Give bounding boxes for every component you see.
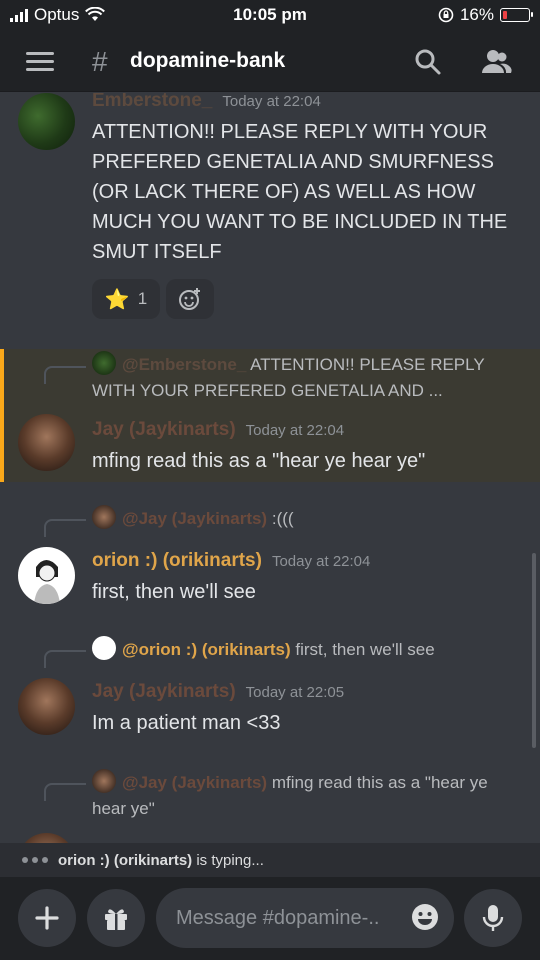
reaction-count: 1 [137, 289, 148, 308]
timestamp: Today at 22:04 [271, 553, 371, 570]
reply-spine [44, 783, 86, 801]
status-bar: Optus 10:05 pm 16% [0, 0, 540, 32]
author-name[interactable]: Jay (Jaykinarts) Today at 22:05 [92, 681, 344, 703]
author-label: Jay (Jaykinarts) [92, 419, 236, 440]
reply-avatar [92, 769, 116, 793]
add-reaction-button[interactable] [166, 279, 214, 319]
plus-icon [35, 906, 59, 930]
reply-mention: @Jay (Jaykinarts) [122, 509, 268, 528]
timestamp: Today at 22:04 [245, 422, 345, 439]
reply-text: first, then we'll see [295, 640, 435, 659]
battery-percent: 16% [459, 5, 494, 24]
voice-button[interactable] [464, 889, 522, 947]
menu-icon[interactable] [26, 52, 54, 72]
star-emoji-icon: ⭐ [104, 288, 130, 311]
members-icon[interactable] [480, 46, 512, 78]
author-label: orion :) (orikinarts) [92, 550, 262, 571]
search-icon[interactable] [412, 46, 444, 78]
typing-suffix: is typing... [192, 851, 264, 869]
avatar[interactable] [18, 678, 75, 735]
reply-spine [44, 519, 86, 537]
composer-bar: Message #dopamine-.. [0, 877, 540, 960]
message-item[interactable]: @Jay (Jaykinarts) :((( orion :) (orikina… [0, 505, 540, 615]
battery-fill [503, 11, 507, 19]
hash-icon: # [92, 46, 108, 77]
author-label: Emberstone_ [92, 93, 213, 111]
reply-preview[interactable]: @Emberstone_ ATTENTION!! PLEASE REPLY WI… [92, 351, 516, 404]
reply-preview[interactable]: @orion :) (orikinarts) first, then we'll… [92, 636, 516, 663]
reply-avatar [92, 351, 116, 375]
typing-user: orion :) (orikinarts) [58, 851, 193, 869]
status-right: 16% [438, 5, 533, 25]
author-name[interactable]: Emberstone_ Today at 22:04 [92, 93, 321, 112]
battery-icon [500, 8, 533, 22]
message-item[interactable]: Emberstone_ Today at 22:04 ATTENTION!! PL… [0, 93, 540, 343]
channel-name[interactable]: dopamine-bank [130, 49, 285, 73]
reply-spine [44, 650, 86, 668]
scrollbar[interactable] [532, 553, 536, 748]
typing-text: orion :) (orikinarts) is typing... [58, 852, 264, 869]
message-item[interactable]: @orion :) (orikinarts) first, then we'll… [0, 636, 540, 746]
reply-spine [44, 366, 86, 384]
message-input[interactable]: Message #dopamine-.. [156, 888, 454, 948]
gift-icon [105, 909, 127, 930]
message-text: first, then we'll see [92, 581, 256, 603]
message-item[interactable]: @Jay (Jaykinarts) mfing read this as a "… [0, 769, 540, 843]
avatar[interactable] [18, 93, 75, 150]
avatar[interactable] [18, 547, 75, 604]
avatar-drawing [34, 560, 60, 604]
add-reaction-icon [179, 288, 200, 310]
message-item[interactable]: @Emberstone_ ATTENTION!! PLEASE REPLY WI… [0, 349, 540, 482]
avatar[interactable] [18, 833, 75, 843]
reply-mention: @orion :) (orikinarts) [122, 640, 291, 659]
typing-indicator: orion :) (orikinarts) is typing... [0, 843, 540, 877]
reply-mention: @Jay (Jaykinarts) [122, 773, 268, 792]
reply-preview[interactable]: @Jay (Jaykinarts) :((( [92, 505, 516, 532]
message-text: Im a patient man <33 [92, 712, 281, 734]
timestamp: Today at 22:04 [222, 93, 321, 110]
author-name[interactable]: orion :) (orikinarts) Today at 22:04 [92, 550, 370, 572]
reply-avatar [92, 636, 116, 660]
message-text: ATTENTION!! PLEASE REPLY WITH YOUR PREFE… [92, 121, 508, 263]
avatar[interactable] [18, 414, 75, 471]
reaction-star[interactable]: ⭐ 1 [92, 279, 160, 319]
rotation-lock-icon [438, 7, 454, 23]
gift-button[interactable] [87, 889, 145, 947]
message-input-placeholder: Message #dopamine-.. [176, 906, 380, 929]
reply-text: :((( [271, 509, 294, 528]
reply-avatar [92, 505, 116, 529]
message-text: mfing read this as a "hear ye hear ye" [92, 450, 426, 472]
microphone-icon [482, 905, 504, 931]
typing-dots-icon [22, 857, 48, 863]
reply-mention: @Emberstone_ [122, 355, 247, 374]
reply-preview[interactable]: @Jay (Jaykinarts) mfing read this as a "… [92, 769, 516, 822]
channel-header: # dopamine-bank [0, 32, 540, 92]
author-name[interactable]: Jay (Jaykinarts) Today at 22:04 [92, 419, 344, 441]
emoji-icon[interactable] [410, 902, 440, 932]
timestamp: Today at 22:05 [245, 684, 345, 701]
message-list[interactable]: Emberstone_ Today at 22:04 ATTENTION!! PL… [0, 93, 540, 843]
author-label: Jay (Jaykinarts) [92, 681, 236, 702]
attach-button[interactable] [18, 889, 76, 947]
